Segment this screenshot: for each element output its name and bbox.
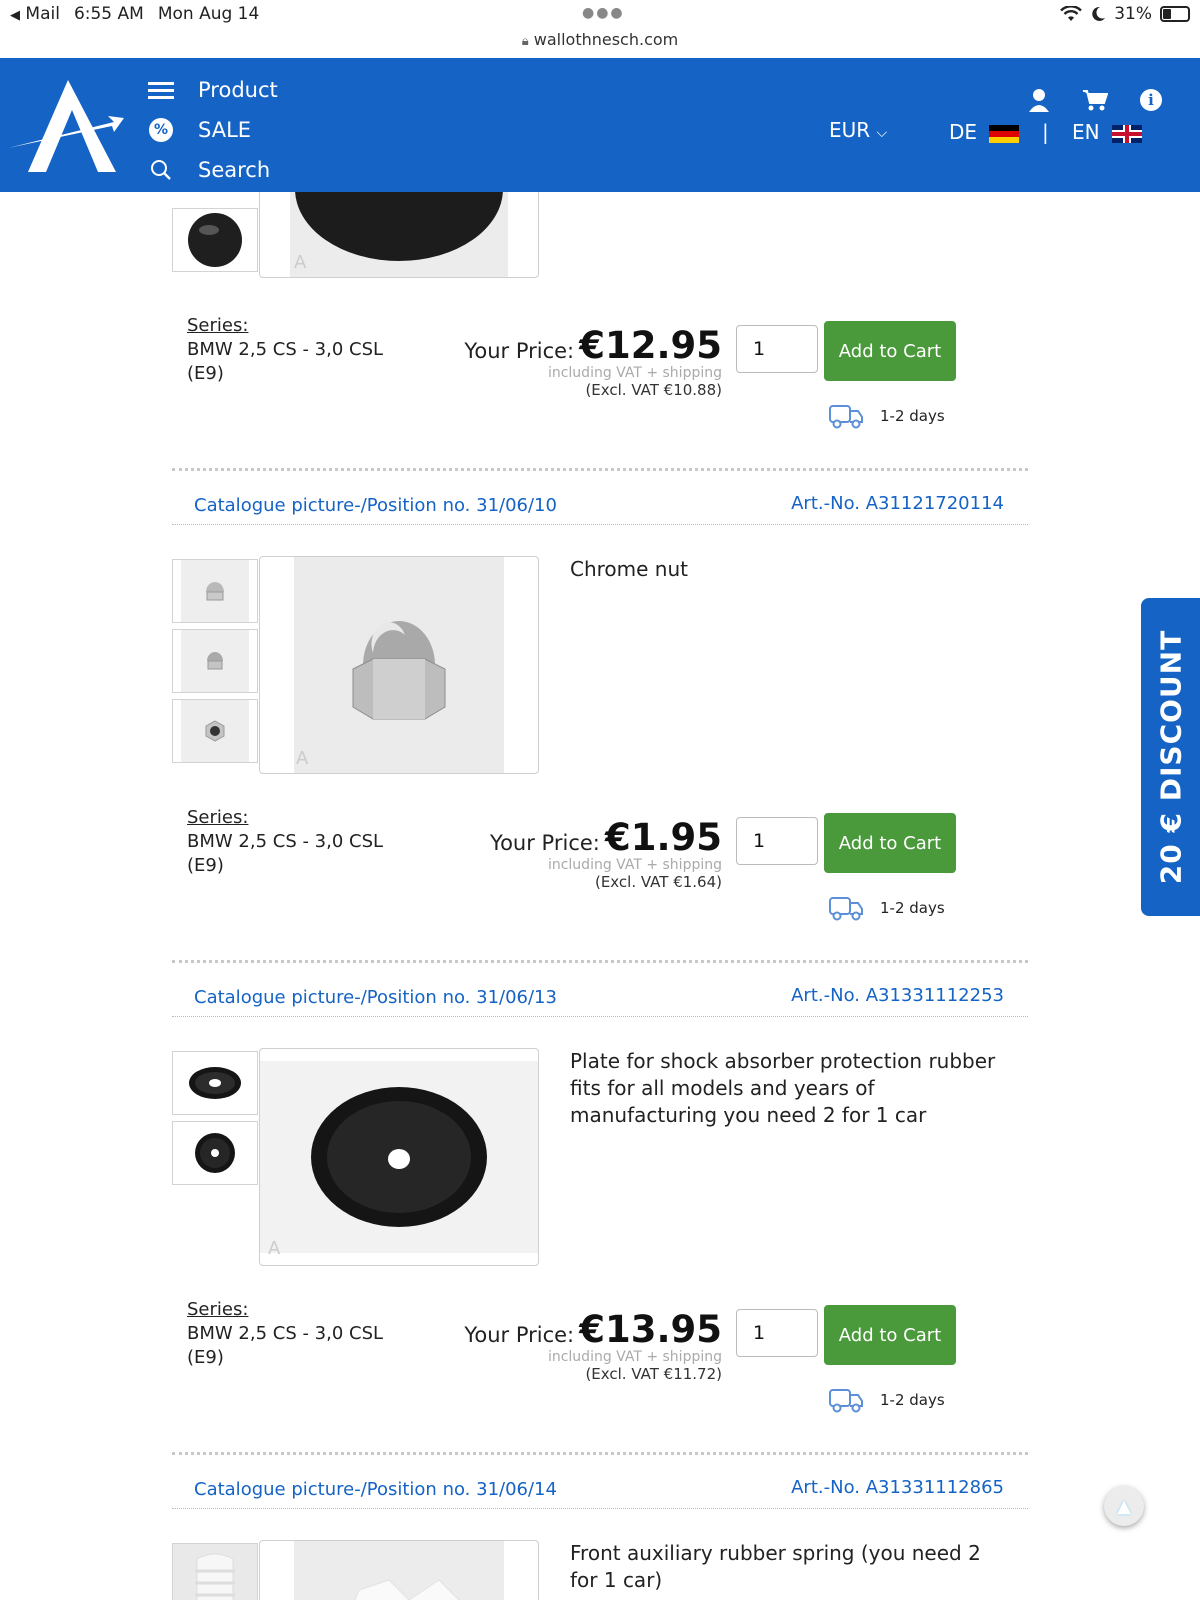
product-main-image[interactable]: A bbox=[259, 1048, 539, 1266]
product-description: Front auxiliary rubber spring (you need … bbox=[570, 1541, 981, 1592]
delivery-time: 1-2 days bbox=[828, 894, 945, 922]
back-to-mail[interactable]: ◀ Mail bbox=[10, 4, 60, 24]
catalogue-header: Catalogue picture-/Position no. 31/06/10… bbox=[172, 485, 1028, 525]
battery-percent: 31% bbox=[1114, 4, 1152, 24]
delivery-truck-icon bbox=[829, 897, 863, 921]
uk-flag-icon bbox=[1111, 124, 1142, 143]
site-header: Product % SALE Search EUR ⌵ DE | EN i bbox=[0, 58, 1200, 192]
product-main-image[interactable]: A bbox=[259, 192, 539, 278]
price-block: Your Price: €1.95 including VAT + shippi… bbox=[490, 816, 722, 891]
product-thumbnail[interactable] bbox=[172, 629, 258, 693]
product-description: Chrome nut bbox=[570, 557, 688, 581]
chevron-down-icon: ⌵ bbox=[876, 125, 888, 141]
scroll-to-top-button[interactable]: ▲ bbox=[1104, 1486, 1144, 1526]
battery-icon bbox=[1160, 6, 1190, 22]
delivery-time: 1-2 days bbox=[828, 402, 945, 430]
add-to-cart-button[interactable]: Add to Cart bbox=[824, 1305, 956, 1365]
user-icon[interactable] bbox=[1028, 88, 1050, 112]
product-main-image[interactable]: A bbox=[259, 556, 539, 774]
arrow-up-icon: ▲ bbox=[1117, 1495, 1131, 1517]
product-thumbnail[interactable] bbox=[172, 699, 258, 763]
status-time: 6:55 AM bbox=[73, 4, 144, 24]
add-to-cart-button[interactable]: Add to Cart bbox=[824, 813, 956, 873]
brand-logo[interactable] bbox=[6, 76, 124, 176]
series-info: Series: BMW 2,5 CS - 3,0 CSL (E9) bbox=[187, 315, 384, 384]
language-de[interactable]: DE bbox=[949, 120, 1020, 144]
price: €12.95 bbox=[579, 324, 722, 367]
article-number: Art.-No. A31331112253 bbox=[791, 985, 1004, 1006]
series-info: Series: BMW 2,5 CS - 3,0 CSL (E9) bbox=[187, 1299, 384, 1368]
search-icon bbox=[148, 159, 174, 181]
catalogue-header: Catalogue picture-/Position no. 31/06/14… bbox=[172, 1469, 1028, 1509]
product-thumbnail[interactable] bbox=[172, 559, 258, 623]
back-arrow-icon: ◀ bbox=[10, 8, 20, 23]
product-thumbnail[interactable] bbox=[172, 208, 258, 272]
delivery-truck-icon bbox=[829, 1389, 863, 1413]
main-nav: Product % SALE Search bbox=[148, 70, 278, 190]
percent-icon: % bbox=[149, 118, 173, 142]
catalogue-position-link[interactable]: Catalogue picture-/Position no. 31/06/14 bbox=[194, 1479, 557, 1500]
language-en[interactable]: EN bbox=[1072, 120, 1142, 144]
product-separator bbox=[172, 468, 1028, 471]
nav-product[interactable]: Product bbox=[148, 70, 278, 110]
product-description: Plate for shock absorber protection rubb… bbox=[570, 1049, 996, 1127]
moon-icon bbox=[1092, 6, 1106, 21]
language-separator: | bbox=[1042, 120, 1049, 144]
address-bar[interactable]: 🔒︎ wallothnesch.com bbox=[0, 30, 1200, 49]
product-main-image[interactable] bbox=[259, 1540, 539, 1600]
catalogue-position-link[interactable]: Catalogue picture-/Position no. 31/06/13 bbox=[194, 987, 557, 1008]
info-icon[interactable]: i bbox=[1140, 89, 1162, 111]
add-to-cart-button[interactable]: Add to Cart bbox=[824, 321, 956, 381]
price-block: Your Price: €12.95 including VAT + shipp… bbox=[464, 324, 722, 399]
series-info: Series: BMW 2,5 CS - 3,0 CSL (E9) bbox=[187, 807, 384, 876]
status-date: Mon Aug 14 bbox=[157, 4, 260, 24]
watermark-logo: A bbox=[294, 252, 307, 273]
product-separator bbox=[172, 960, 1028, 963]
status-bar: ◀ Mail 6:55 AM Mon Aug 14 ●●● 🔒︎ walloth… bbox=[0, 0, 1200, 58]
delivery-truck-icon bbox=[829, 405, 863, 429]
wifi-icon bbox=[1060, 6, 1083, 21]
quantity-input[interactable] bbox=[736, 817, 818, 865]
watermark-logo: A bbox=[296, 748, 309, 769]
nav-search[interactable]: Search bbox=[148, 150, 278, 190]
lock-icon: 🔒︎ bbox=[521, 34, 529, 49]
article-number: Art.-No. A31121720114 bbox=[791, 493, 1004, 514]
article-number: Art.-No. A31331112865 bbox=[791, 1477, 1004, 1498]
discount-tab[interactable]: 20 € DISCOUNT bbox=[1141, 598, 1200, 916]
cart-icon[interactable] bbox=[1082, 88, 1108, 112]
nav-sale[interactable]: % SALE bbox=[148, 110, 278, 150]
price: €13.95 bbox=[579, 1308, 722, 1351]
multitask-dots-icon[interactable]: ●●● bbox=[582, 5, 625, 21]
quantity-input[interactable] bbox=[736, 1309, 818, 1357]
catalogue-position-link[interactable]: Catalogue picture-/Position no. 31/06/10 bbox=[194, 495, 557, 516]
url-text: wallothnesch.com bbox=[533, 30, 679, 49]
german-flag-icon bbox=[989, 124, 1020, 143]
product-thumbnail[interactable] bbox=[172, 1543, 258, 1600]
product-list: A Series: BMW 2,5 CS - 3,0 CSL (E9) Your… bbox=[0, 192, 1200, 1600]
price: €1.95 bbox=[604, 816, 722, 859]
product-thumbnail[interactable] bbox=[172, 1121, 258, 1185]
menu-icon bbox=[148, 78, 174, 103]
catalogue-header: Catalogue picture-/Position no. 31/06/13… bbox=[172, 977, 1028, 1017]
price-block: Your Price: €13.95 including VAT + shipp… bbox=[464, 1308, 722, 1383]
product-thumbnail[interactable] bbox=[172, 1051, 258, 1115]
product-separator bbox=[172, 1452, 1028, 1455]
watermark-logo: A bbox=[268, 1238, 281, 1259]
currency-select[interactable]: EUR ⌵ bbox=[829, 118, 887, 142]
delivery-time: 1-2 days bbox=[828, 1386, 945, 1414]
quantity-input[interactable] bbox=[736, 325, 818, 373]
